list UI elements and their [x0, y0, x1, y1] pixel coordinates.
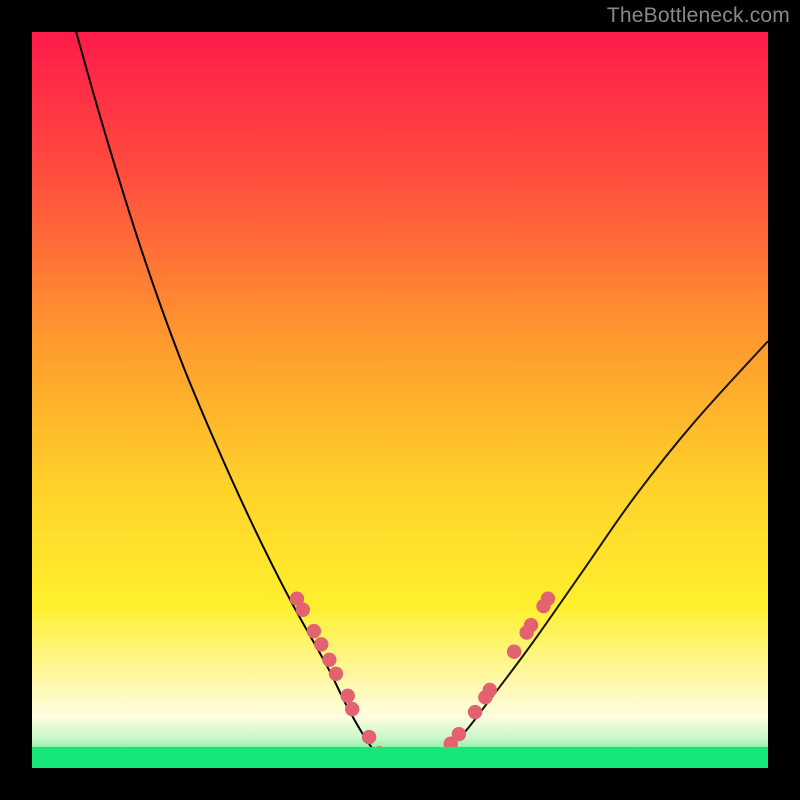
- data-dot-right: [541, 592, 555, 606]
- data-dot-left: [296, 603, 310, 617]
- curve-left: [76, 32, 415, 768]
- plot-area: [32, 32, 768, 768]
- chart-stage: TheBottleneck.com: [0, 0, 800, 800]
- data-dot-left: [322, 653, 336, 667]
- data-dot-right: [483, 683, 497, 697]
- data-dot-right: [468, 705, 482, 719]
- data-dot-left: [329, 667, 343, 681]
- bottleneck-curve: [32, 32, 768, 768]
- data-dot-left: [345, 702, 359, 716]
- data-dot-left: [307, 624, 321, 638]
- curve-right: [400, 341, 768, 768]
- data-dot-left: [341, 689, 355, 703]
- data-dot-left: [362, 730, 376, 744]
- optimal-zone-strip: [32, 747, 768, 768]
- data-dot-left: [314, 637, 328, 651]
- data-dot-right: [452, 727, 466, 741]
- watermark-text: TheBottleneck.com: [607, 4, 790, 28]
- data-dot-right: [507, 645, 521, 659]
- data-dot-right: [524, 618, 538, 632]
